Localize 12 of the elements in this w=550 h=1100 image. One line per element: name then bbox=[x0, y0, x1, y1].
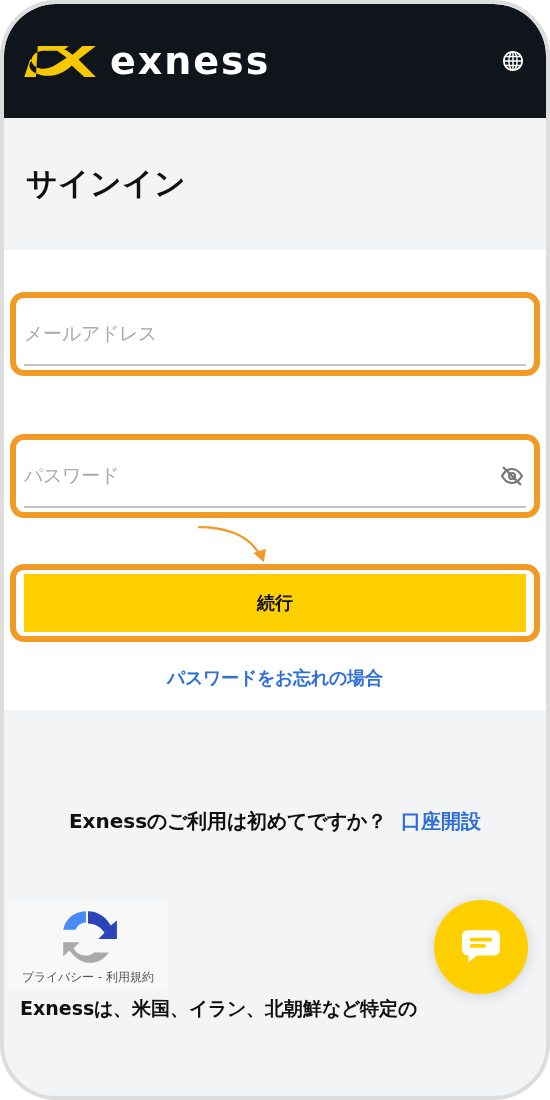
globe-icon[interactable] bbox=[502, 50, 524, 72]
signup-question: Exnessのご利用は初めてですか？ bbox=[68, 808, 388, 835]
brand-name: exness bbox=[110, 42, 271, 80]
disclaimer-text: Exnessは、米国、イラン、北朝鮮など特定の bbox=[20, 996, 418, 1021]
recaptcha-links[interactable]: プライバシー - 利用規約 bbox=[22, 968, 154, 986]
continue-button[interactable]: 続行 bbox=[24, 574, 526, 632]
page-title: サインイン bbox=[26, 164, 186, 203]
input-field[interactable]: メールアドレス bbox=[24, 302, 526, 366]
hidden-eye-icon[interactable] bbox=[500, 464, 524, 488]
open-account-link[interactable]: 口座開設 bbox=[401, 808, 482, 835]
forgot-password-link[interactable]: パスワードをお忘れの場合 bbox=[10, 666, 540, 690]
input-field[interactable]: パスワード bbox=[24, 444, 526, 508]
